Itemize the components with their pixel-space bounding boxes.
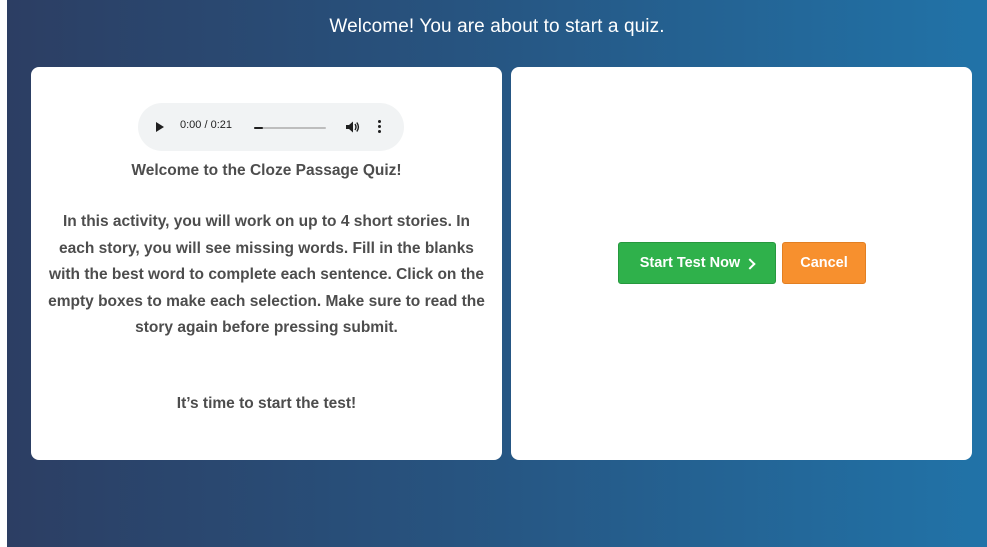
chevron-right-icon — [744, 257, 756, 270]
cancel-label: Cancel — [800, 255, 848, 271]
quiz-closing-text: It’s time to start the test! — [176, 395, 357, 412]
volume-icon[interactable] — [346, 121, 360, 133]
page-background: Welcome! You are about to start a quiz. … — [7, 0, 987, 547]
more-vertical-icon[interactable] — [377, 120, 381, 134]
audio-time-display: 0:00 / 0:21 — [180, 119, 232, 131]
page-title: Welcome! You are about to start a quiz. — [329, 16, 665, 37]
audio-progress-slider[interactable] — [254, 127, 326, 129]
start-test-button[interactable]: Start Test Now — [618, 242, 776, 284]
audio-player[interactable]: 0:00 / 0:21 — [138, 103, 404, 151]
quiz-heading: Welcome to the Cloze Passage Quiz! — [131, 162, 402, 179]
audio-progress-fill — [254, 127, 263, 129]
actions-card: Start Test Now Cancel — [511, 67, 972, 460]
quiz-instructions: In this activity, you will work on up to… — [48, 213, 485, 336]
play-icon[interactable] — [156, 122, 164, 132]
intro-card: 0:00 / 0:21 Welcome to the Cloze Passage… — [31, 67, 502, 460]
start-test-label: Start Test Now — [639, 255, 741, 271]
cancel-button[interactable]: Cancel — [782, 242, 866, 284]
